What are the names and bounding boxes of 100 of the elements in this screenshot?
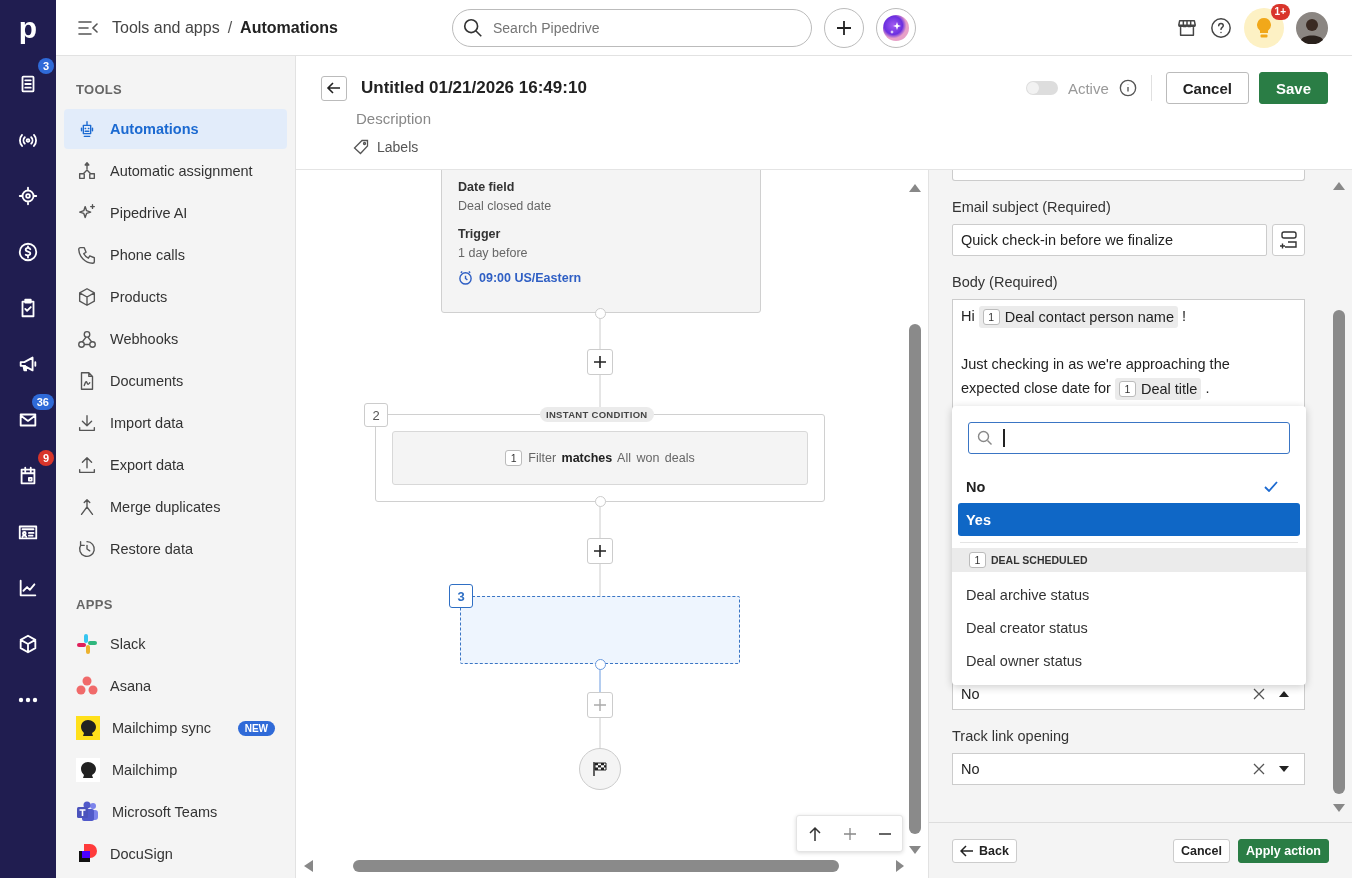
- cancel-button[interactable]: Cancel: [1165, 72, 1249, 104]
- labels-link[interactable]: Labels: [377, 139, 419, 155]
- sidebar-item[interactable]: Webhooks: [64, 319, 287, 359]
- add-button[interactable]: [824, 7, 864, 48]
- ai-assistant-button[interactable]: [876, 7, 916, 48]
- sidebar-item[interactable]: Mailchimp: [64, 750, 287, 790]
- box-icon[interactable]: [17, 633, 39, 655]
- body-text: Hi: [961, 308, 975, 324]
- more-icon[interactable]: [18, 697, 38, 703]
- notification-badge: 1+: [1270, 3, 1290, 20]
- collapse-menu-icon[interactable]: [78, 19, 98, 36]
- body-text: !: [1182, 308, 1187, 324]
- field-label: Track link opening: [952, 728, 1071, 744]
- sidebar-label: Automatic assignment: [110, 163, 253, 179]
- dropdown-option[interactable]: Deal creator status: [958, 611, 1300, 644]
- count-badge: 36: [31, 394, 54, 410]
- step-number: 1: [969, 552, 986, 568]
- trigger-card[interactable]: Date field Deal closed date Trigger 1 day before 09:00 US/Eastern: [441, 170, 761, 313]
- field-chip[interactable]: 1 Deal contact person name: [978, 306, 1178, 328]
- help-icon[interactable]: [1210, 16, 1232, 39]
- sidebar-item[interactable]: Asana: [64, 666, 287, 706]
- tips-button[interactable]: [1244, 7, 1284, 48]
- sidebar-item[interactable]: Restore data: [64, 529, 287, 569]
- select-field[interactable]: No: [952, 753, 1305, 785]
- info-icon[interactable]: [1118, 79, 1137, 97]
- select-value: No: [961, 686, 981, 702]
- nav-item[interactable]: 3: [0, 56, 56, 112]
- sidebar-item[interactable]: Mailchimp sync NEW: [64, 708, 287, 748]
- sidebar-item[interactable]: DocuSign: [64, 834, 287, 874]
- step-number: 1: [505, 450, 523, 466]
- user-avatar[interactable]: [1296, 11, 1328, 44]
- field-chip[interactable]: 1 Deal title: [1114, 378, 1202, 400]
- back-button[interactable]: Back: [952, 838, 1017, 863]
- automation-title[interactable]: Untitled 01/21/2026 16:49:10: [361, 78, 587, 98]
- save-button[interactable]: Save: [1258, 72, 1328, 104]
- group-title: DEAL SCHEDULED: [991, 554, 1088, 566]
- box-icon: [76, 286, 98, 308]
- sidebar-item[interactable]: Merge duplicates: [64, 487, 287, 527]
- sidebar-label: Webhooks: [110, 331, 179, 347]
- dropdown-option[interactable]: Deal archive status: [958, 578, 1300, 611]
- app-logo: [76, 801, 100, 823]
- arrow-left-icon: [326, 80, 342, 96]
- back-button[interactable]: [321, 75, 347, 101]
- connector-dot: [595, 308, 606, 319]
- add-step-button[interactable]: [587, 349, 613, 375]
- cancel-button[interactable]: Cancel: [1173, 838, 1230, 863]
- horizontal-scrollbar[interactable]: [304, 859, 904, 873]
- dollar-icon[interactable]: [17, 241, 39, 263]
- sidebar-label: Automations: [110, 121, 199, 137]
- sidebar-item[interactable]: Pipedrive AI: [64, 193, 287, 233]
- plus-icon: [594, 356, 606, 368]
- clear-icon[interactable]: [1253, 763, 1265, 775]
- clear-icon[interactable]: [1253, 688, 1265, 700]
- dropdown-option[interactable]: Deal owner status: [958, 644, 1300, 677]
- apply-action-button[interactable]: Apply action: [1238, 838, 1329, 863]
- text-field[interactable]: [952, 170, 1305, 181]
- chip-label: Deal contact person name: [1004, 308, 1174, 326]
- breadcrumb-link[interactable]: Tools and apps: [112, 18, 220, 37]
- sidebar-item[interactable]: Automations: [64, 109, 287, 149]
- sidebar-item[interactable]: Import data: [64, 403, 287, 443]
- sidebar-item[interactable]: Documents: [64, 361, 287, 401]
- app-logo: [76, 675, 98, 697]
- webhook-icon: [76, 328, 98, 350]
- sidebar-label: Asana: [110, 678, 152, 694]
- sidebar-label: Microsoft Teams: [112, 804, 218, 820]
- sidebar-item[interactable]: Slack: [64, 624, 287, 664]
- sidebar-item[interactable]: Microsoft Teams: [64, 792, 287, 832]
- dropdown-option[interactable]: No: [958, 470, 1300, 503]
- connector-dot: [595, 659, 606, 670]
- nav-item[interactable]: 36: [0, 392, 56, 448]
- email-subject-field[interactable]: Quick check-in before we finalize: [952, 224, 1267, 256]
- add-step-button[interactable]: [587, 538, 613, 564]
- filter-card[interactable]: 1 Filter matches All won deals: [392, 431, 808, 485]
- hub-arrows-icon: [76, 160, 98, 182]
- sidebar-item[interactable]: Phone calls: [64, 235, 287, 275]
- target-icon[interactable]: [17, 185, 39, 207]
- clock-icon: [458, 270, 473, 285]
- upload-icon: [76, 454, 98, 476]
- sidebar-item[interactable]: Products: [64, 277, 287, 317]
- dropdown-option[interactable]: Yes: [958, 503, 1300, 536]
- sidebar-item[interactable]: Export data: [64, 445, 287, 485]
- sidebar-label: Mailchimp: [112, 762, 178, 778]
- search-field[interactable]: Search Pipedrive: [452, 8, 812, 47]
- checkmark-icon: [1264, 481, 1278, 492]
- nav-item[interactable]: 9: [0, 448, 56, 504]
- chart-icon[interactable]: [17, 577, 39, 599]
- sidebar-label: Export data: [110, 457, 185, 473]
- description-field[interactable]: Description: [356, 110, 1328, 127]
- insert-field-button[interactable]: [1272, 224, 1305, 256]
- new-badge: NEW: [237, 720, 275, 736]
- logo[interactable]: p: [0, 0, 56, 56]
- toggle-switch[interactable]: [1025, 81, 1058, 95]
- search-field[interactable]: [968, 422, 1290, 454]
- sidebar-label: Documents: [110, 373, 184, 389]
- restore-icon: [76, 538, 98, 560]
- app-logo: [76, 633, 98, 655]
- tag-icon[interactable]: [353, 139, 369, 155]
- sidebar-label: Restore data: [110, 541, 194, 557]
- sidebar-item[interactable]: Automatic assignment: [64, 151, 287, 191]
- field-label: Trigger: [458, 227, 502, 241]
